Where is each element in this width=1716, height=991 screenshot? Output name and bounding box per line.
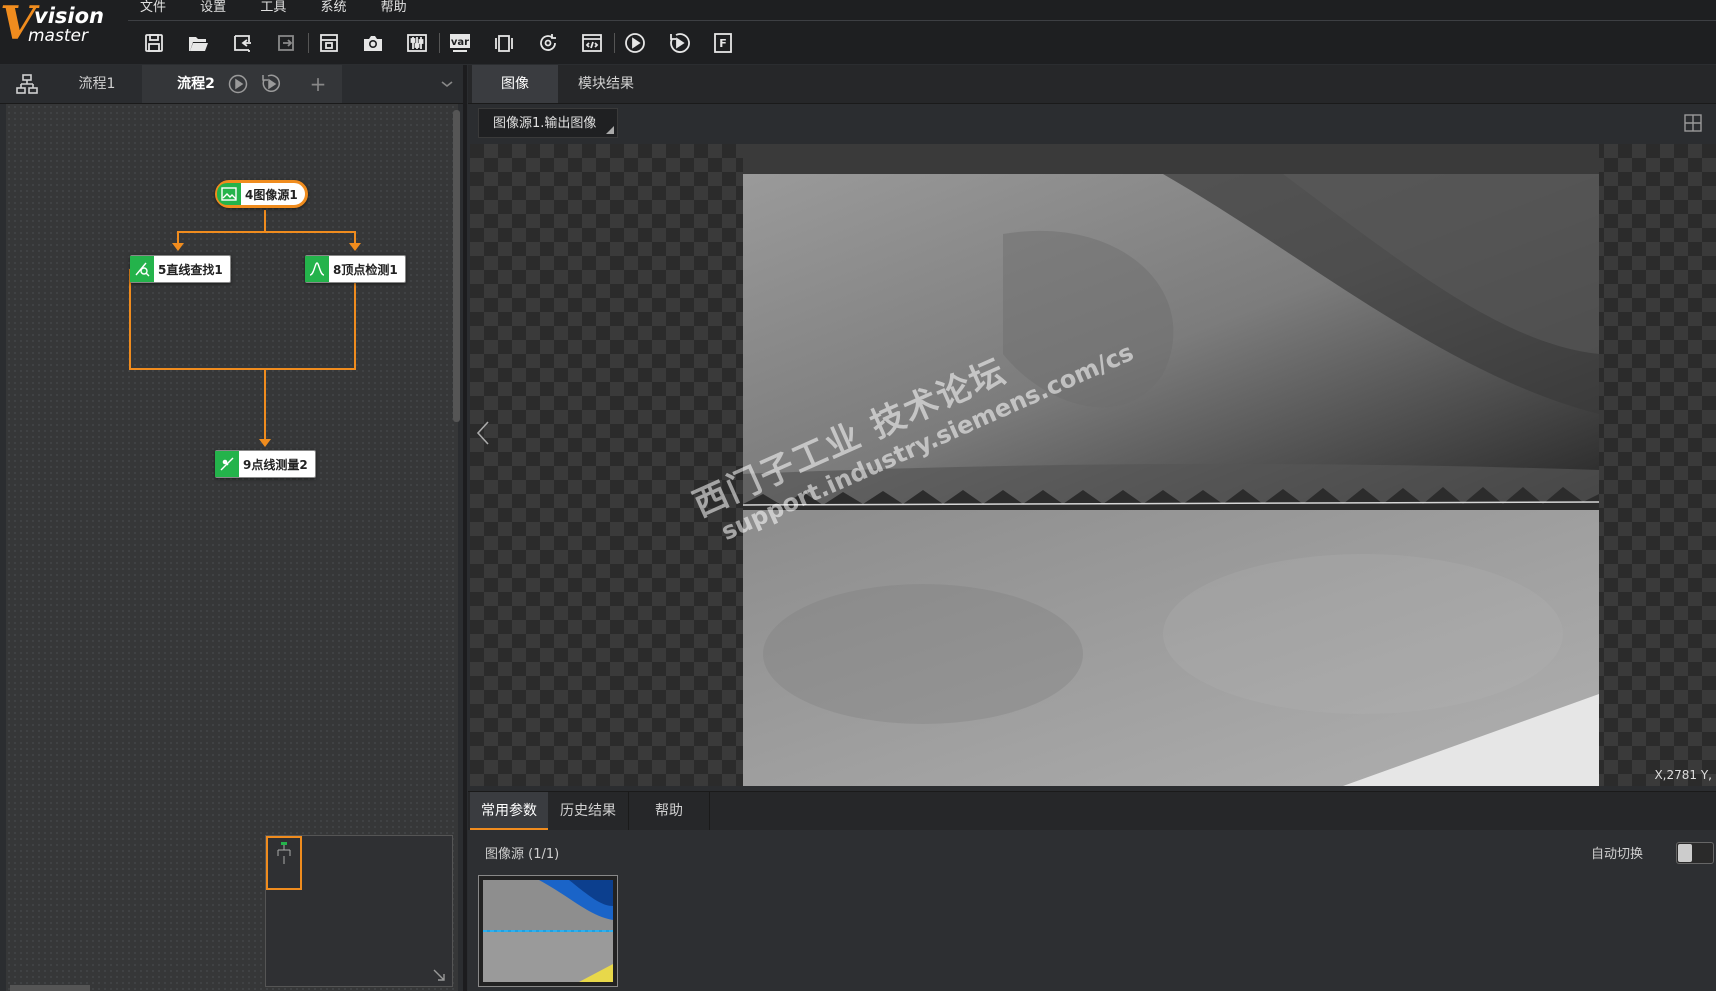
view-tabs: 图像 模块结果 [468,65,1716,104]
menu-bar: 文件 设置 工具 系统 帮助 [140,0,437,16]
auto-switch-label: 自动切换 [1591,847,1644,862]
toggle-knob [1678,844,1692,862]
arrow-peak [349,243,361,251]
tab-module-result[interactable]: 模块结果 [558,65,654,103]
f-icon[interactable]: F [709,29,737,57]
resize-icon[interactable] [432,968,446,982]
image-icon [217,183,241,205]
menu-file[interactable]: 文件 [140,1,166,14]
cursor-coordinate: X,2781 Y, [1654,768,1712,782]
import-icon[interactable] [228,29,256,57]
toolbar-separator [439,33,440,53]
minimap[interactable] [265,835,453,987]
arrow-measure [259,439,271,447]
peak-icon [305,256,329,282]
flow-node-label: 9点线测量2 [243,457,308,472]
image-viewer[interactable]: 西门子工业 技术论坛 support.industry.siemens.com/… [470,144,1716,786]
calculator-icon[interactable] [315,29,343,57]
tab-process2[interactable]: 流程2 [166,65,226,103]
chevron-down-icon[interactable] [436,65,458,103]
image-thumbnail[interactable] [478,875,618,987]
menu-system[interactable]: 系统 [320,1,346,14]
tab-image[interactable]: 图像 [472,65,558,103]
variable-icon[interactable]: var [446,29,474,57]
logo-text-master: master [28,26,88,46]
toolbar: var F [140,26,753,60]
bottom-tabs: 常用参数 历史结果 帮助 [468,791,1716,831]
refresh-icon[interactable] [534,29,562,57]
connector-src-peak [265,231,356,244]
toolbar-separator [308,33,309,53]
image-source-select[interactable]: 图像源1.输出图像 [478,108,618,138]
tab-help[interactable]: 帮助 [628,792,710,830]
open-folder-icon[interactable] [184,29,212,57]
flow-node-image-source[interactable]: 4图像源1 [215,180,308,208]
process-tabs: 流程1 流程2 + [0,65,465,104]
camera-icon[interactable] [359,29,387,57]
measure-icon [215,451,239,477]
canvas-scrollbar[interactable] [453,110,460,422]
line-find-icon [130,256,154,282]
horizontal-scrollbar[interactable] [10,985,90,991]
device-icon[interactable] [490,29,518,57]
loop-process-icon[interactable] [258,65,284,103]
menu-divider [128,20,1716,21]
sliders-icon[interactable] [403,29,431,57]
params-panel [468,830,1716,991]
connector-merge [129,269,356,370]
image-top-strip [743,144,1599,174]
flow-node-peak-detect[interactable]: 8顶点检测1 [305,255,406,283]
flow-node-label: 4图像源1 [245,187,298,202]
logo-text-vision: vision [34,4,104,28]
variable-icon-label: var [451,37,469,48]
thumbnail-image [479,876,617,986]
app-logo: V vision master [0,0,130,56]
run-once-icon[interactable] [621,29,649,57]
save-icon[interactable] [140,29,168,57]
flow-node-label: 8顶点检测1 [333,262,398,277]
flow-node-line-find[interactable]: 5直线查找1 [130,255,231,283]
connector-src-line [177,210,266,244]
flow-tree-icon[interactable] [8,65,46,103]
add-process-button[interactable]: + [306,65,330,103]
menu-tools[interactable]: 工具 [260,1,286,14]
flow-node-point-line-measure[interactable]: 9点线测量2 [215,450,316,478]
run-loop-icon[interactable] [665,29,693,57]
auto-switch-toggle[interactable] [1676,842,1714,864]
export-icon[interactable] [272,29,300,57]
arrow-line [172,243,184,251]
flow-node-label: 5直线查找1 [158,262,223,277]
chevron-left-icon[interactable] [476,420,490,446]
menu-help[interactable]: 帮助 [381,1,407,14]
minimap-viewport[interactable] [266,836,302,890]
tab-history[interactable]: 历史结果 [548,792,628,830]
f-icon-label: F [719,37,727,50]
panel-divider[interactable] [463,65,467,991]
tab-common-params[interactable]: 常用参数 [470,792,548,830]
tab-process1[interactable]: 流程1 [52,65,142,103]
menu-settings[interactable]: 设置 [200,1,226,14]
image-source-count: 图像源 (1/1) [485,847,560,862]
toolbar-separator [614,33,615,53]
run-process-icon[interactable] [226,65,250,103]
layout-grid-icon[interactable] [1684,114,1702,132]
select-corner-icon [606,126,614,134]
code-icon[interactable] [578,29,606,57]
